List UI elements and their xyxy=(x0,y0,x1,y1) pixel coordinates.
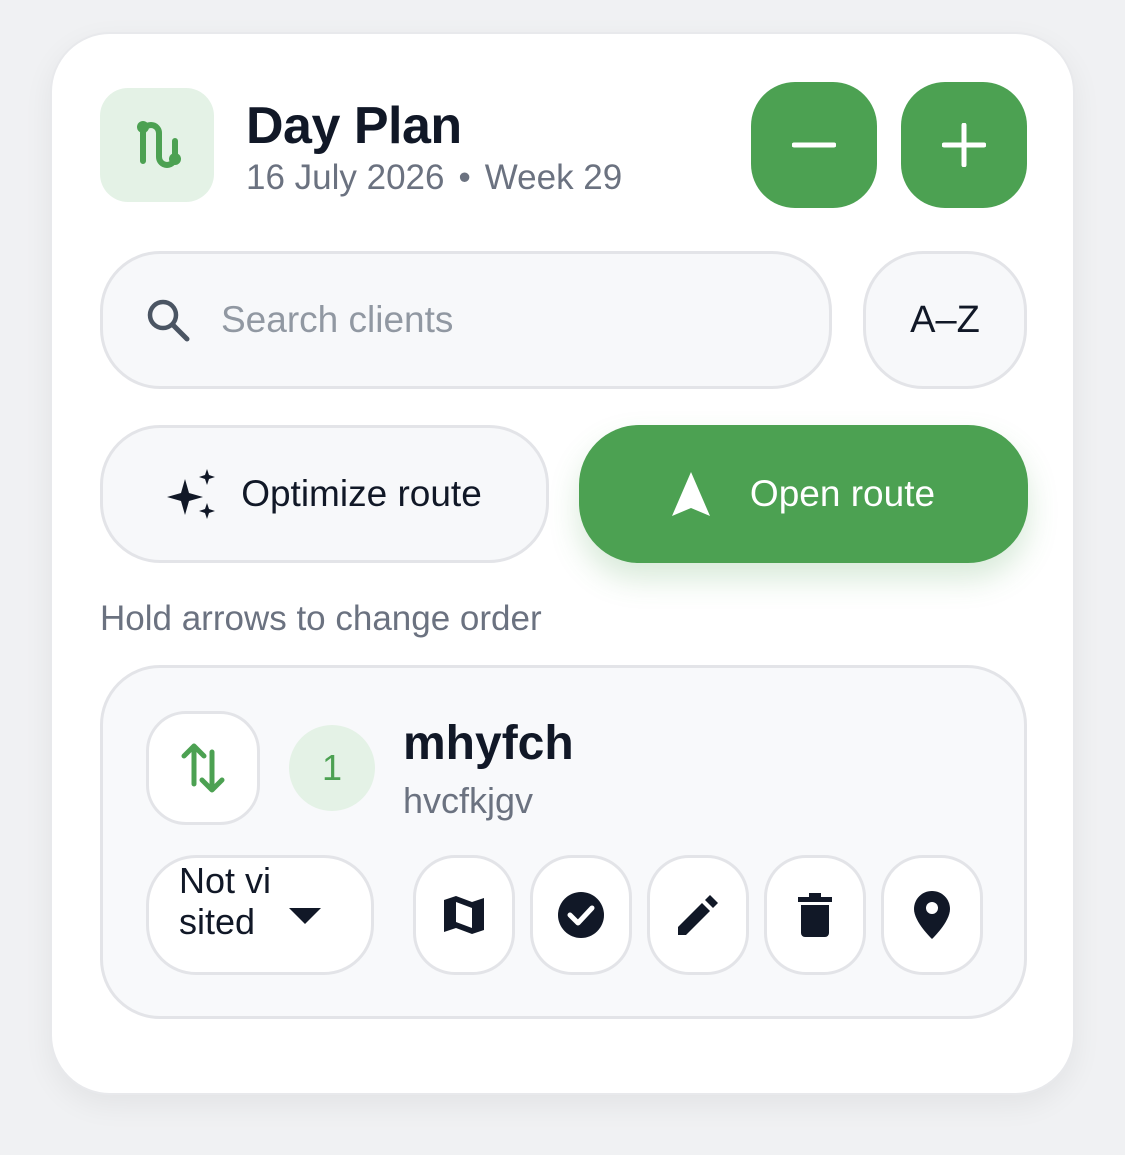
route-icon xyxy=(100,88,214,202)
reorder-handle[interactable] xyxy=(146,711,260,825)
client-subtitle: hvcfkjgv xyxy=(403,780,534,821)
location-button[interactable] xyxy=(881,855,983,975)
check-circle-icon xyxy=(558,892,604,938)
page-title: Day Plan xyxy=(246,97,462,155)
optimize-route-label: Optimize route xyxy=(241,473,482,514)
date-subtitle: 16 July 2026 • Week 29 xyxy=(246,158,622,198)
mark-visited-button[interactable] xyxy=(530,855,632,975)
decrease-date-button[interactable] xyxy=(751,82,877,208)
map-icon xyxy=(444,896,484,934)
search-box[interactable] xyxy=(100,251,832,389)
order-number-badge: 1 xyxy=(289,725,375,811)
delete-client-button[interactable] xyxy=(764,855,866,975)
open-route-button[interactable]: Open route xyxy=(579,425,1028,563)
location-pin-icon xyxy=(914,891,950,939)
reorder-hint: Hold arrows to change order xyxy=(100,599,542,638)
week-text: Week 29 xyxy=(484,158,623,197)
client-name: mhyfch xyxy=(403,717,574,770)
search-input[interactable] xyxy=(221,299,781,341)
search-icon xyxy=(147,299,190,342)
navigation-arrow-icon xyxy=(671,472,710,516)
date-text: 16 July 2026 xyxy=(246,158,445,197)
visit-status-select[interactable]: Not visited xyxy=(146,855,374,975)
increase-date-button[interactable] xyxy=(901,82,1027,208)
map-button[interactable] xyxy=(413,855,515,975)
sort-button[interactable]: A–Z xyxy=(863,251,1027,389)
open-route-label: Open route xyxy=(749,473,936,514)
day-plan-card: Day Plan 16 July 2026 • Week 29 A–Z Optimi… xyxy=(50,32,1075,1095)
minus-icon xyxy=(792,142,836,148)
optimize-route-button[interactable]: Optimize route xyxy=(100,425,549,563)
sparkles-icon xyxy=(167,469,216,519)
separator-dot: • xyxy=(458,158,471,197)
plus-icon xyxy=(942,123,986,167)
edit-client-button[interactable] xyxy=(647,855,749,975)
dropdown-caret-icon xyxy=(289,908,321,924)
visit-status-value: Not visited xyxy=(179,860,272,942)
client-list-item: 1 mhyfch hvcfkjgv Not visited xyxy=(100,665,1027,1019)
swap-vertical-icon xyxy=(181,743,225,793)
pencil-icon xyxy=(678,895,718,935)
trash-icon xyxy=(798,893,832,937)
